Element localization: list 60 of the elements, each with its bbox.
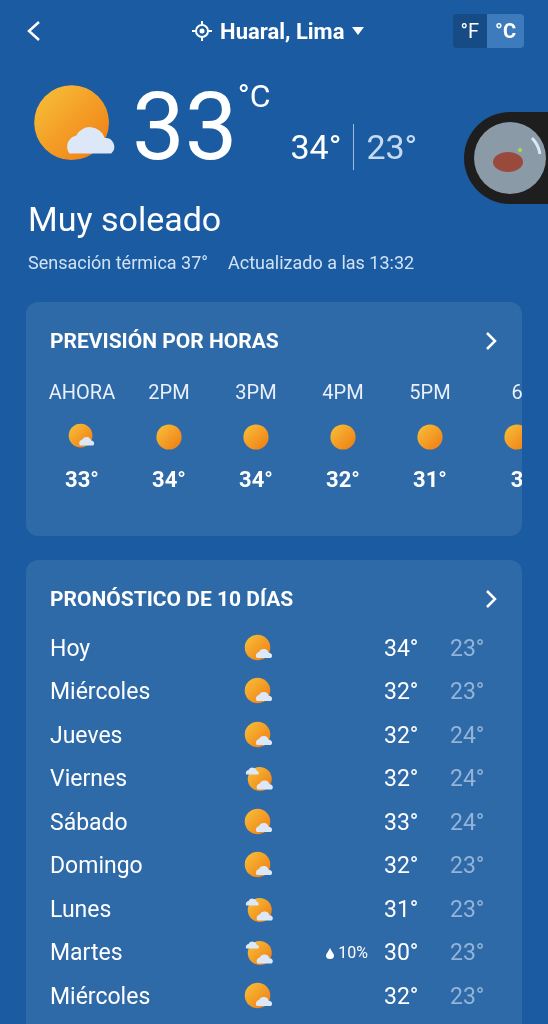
day-label: Miércoles bbox=[50, 677, 152, 707]
section-title: PREVISIÓN POR HORAS bbox=[50, 327, 279, 355]
raindrop-icon bbox=[326, 947, 335, 959]
hour-temperature: 33° bbox=[65, 466, 99, 494]
high-temperature: 32° bbox=[384, 677, 420, 707]
low-temperature: 24° bbox=[450, 764, 485, 794]
day-label: Sábado bbox=[50, 807, 129, 838]
sun-icon bbox=[242, 423, 270, 451]
low-temperature: 23° bbox=[366, 125, 418, 169]
high-temperature: 32° bbox=[384, 764, 420, 794]
low-temperature: 23° bbox=[450, 981, 485, 1012]
day-label: Domingo bbox=[50, 851, 144, 881]
high-temperature: 32° bbox=[384, 851, 420, 881]
high-temperature: 32° bbox=[384, 720, 420, 751]
location-selector[interactable]: Huaral, Lima bbox=[192, 14, 365, 48]
high-temperature: 30° bbox=[384, 938, 420, 968]
sun-icon bbox=[329, 423, 357, 451]
day-label: Martes bbox=[50, 938, 124, 968]
current-temperature: 33 bbox=[132, 80, 238, 174]
unit-label: °C bbox=[237, 80, 271, 112]
location-icon bbox=[192, 21, 213, 41]
condition-text: Muy soleado bbox=[28, 198, 223, 241]
hour-temperature: 34° bbox=[152, 466, 186, 494]
rain-chance: 10% bbox=[338, 942, 368, 965]
bubble-icon[interactable] bbox=[472, 120, 548, 196]
hour-temperature: 31° bbox=[413, 466, 447, 494]
high-temperature: 31° bbox=[384, 894, 420, 925]
unit-toggle[interactable]: °C bbox=[487, 14, 524, 48]
feels-like-text: Sensación térmica 37° bbox=[28, 250, 209, 275]
low-temperature: 24° bbox=[450, 720, 485, 751]
high-temperature: 32° bbox=[384, 981, 420, 1012]
day-label: Lunes bbox=[50, 894, 113, 925]
updated-time: Actualizado a las 13:32 bbox=[228, 250, 415, 275]
hour-label: 5PM bbox=[409, 379, 451, 406]
hour-temperature: 32° bbox=[326, 466, 360, 494]
low-temperature: 23° bbox=[450, 894, 485, 925]
section-title: PRONÓSTICO DE 10 DÍAS bbox=[50, 585, 294, 613]
low-temperature: 23° bbox=[450, 938, 485, 968]
low-temperature: 24° bbox=[450, 807, 485, 838]
sun-icon bbox=[155, 423, 183, 451]
unit-toggle[interactable]: °F bbox=[452, 14, 488, 48]
day-label: Hoy bbox=[50, 633, 92, 664]
day-label: Jueves bbox=[50, 720, 124, 751]
hour-label: AHORA bbox=[48, 379, 116, 406]
high-temperature: 34° bbox=[290, 125, 342, 169]
low-temperature: 23° bbox=[450, 677, 485, 707]
dropdown-icon bbox=[352, 26, 365, 36]
high-temperature: 33° bbox=[384, 807, 420, 838]
low-temperature: 23° bbox=[450, 851, 485, 881]
sun-icon bbox=[416, 423, 444, 451]
hour-label: 4PM bbox=[322, 379, 364, 406]
low-temperature: 23° bbox=[450, 633, 485, 664]
hour-label: 2PM bbox=[148, 379, 190, 406]
day-label: Miércoles bbox=[50, 981, 152, 1012]
hour-temperature: 3 bbox=[510, 466, 522, 494]
hour-label: 3PM bbox=[235, 379, 277, 406]
hour-temperature: 34° bbox=[239, 466, 273, 494]
day-label: Viernes bbox=[50, 764, 128, 794]
high-temperature: 34° bbox=[384, 633, 420, 664]
hour-label: 6 bbox=[511, 379, 522, 406]
